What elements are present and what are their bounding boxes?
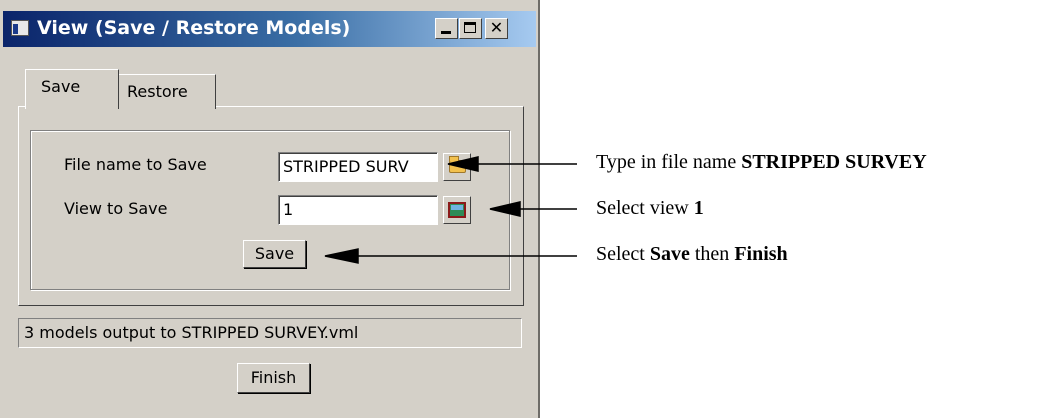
annotation-view: Select view 1 — [596, 197, 704, 219]
arrowhead-file-name — [447, 156, 479, 172]
annotation-save-finish: Select Save then Finish — [596, 243, 788, 265]
callout-arrows — [324, 156, 577, 264]
tab-save[interactable]: Save — [25, 69, 119, 109]
annotation-file-name: Type in file name STRIPPED SURVEY — [596, 151, 927, 173]
arrowhead-save — [324, 248, 359, 264]
arrowhead-view — [489, 201, 521, 217]
